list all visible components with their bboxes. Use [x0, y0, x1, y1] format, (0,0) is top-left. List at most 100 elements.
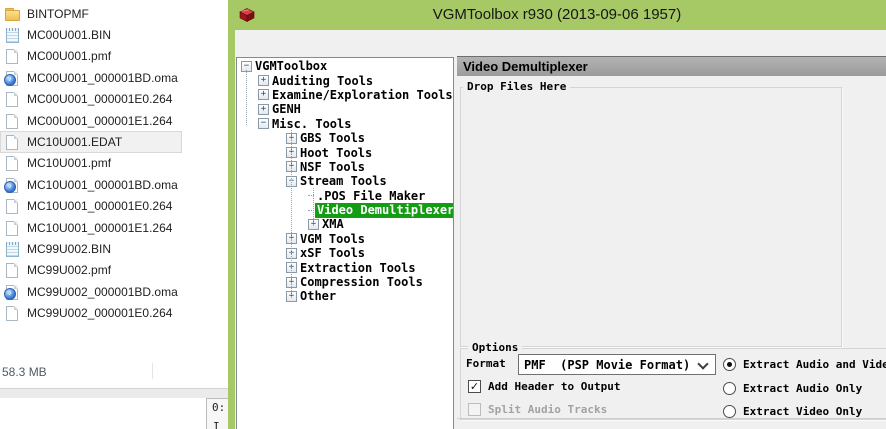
file-name: MC10U001_000001BD.oma	[27, 178, 178, 192]
radio-extract-audio-and-video[interactable]: Extract Audio and Video	[723, 357, 886, 372]
tree-item-label: VGMToolbox	[255, 59, 327, 73]
tree-item-video-demultiplexer[interactable]: Video Demultiplexer	[237, 203, 453, 217]
collapse-icon[interactable]: −	[258, 118, 269, 129]
options-group: Format PMF (PSP Movie Format) ✓Add Heade…	[460, 348, 886, 420]
file-icon	[4, 198, 20, 214]
file-row-mc00u001-000001e0-264[interactable]: MC00U001_000001E0.264	[0, 89, 182, 110]
radio-extract-video-only[interactable]: Extract Video Only	[723, 404, 862, 419]
radio-extract-audio-only[interactable]: Extract Audio Only	[723, 381, 862, 396]
tree-item-label: Examine/Exploration Tools	[272, 88, 453, 102]
tree-item-other[interactable]: +Other	[237, 289, 453, 303]
file-explorer-pane: BINTOPMF MC00U001.BIN MC00U001.pmf ♪ MC00U00…	[0, 0, 228, 429]
file-row-mc99u002-bin[interactable]: MC99U002.BIN	[0, 238, 182, 259]
tree-item-label: XMA	[322, 217, 344, 231]
tree-item-xma[interactable]: +XMA	[237, 217, 453, 231]
format-dropdown[interactable]: PMF (PSP Movie Format)	[518, 354, 716, 375]
file-row-mc00u001-000001e1-264[interactable]: MC00U001_000001E1.264	[0, 110, 182, 131]
tree-item-label: Video Demultiplexer	[315, 203, 454, 218]
radio-label: Extract Video Only	[743, 405, 862, 418]
drop-files-label: Drop Files Here	[463, 80, 570, 93]
section-divider	[457, 418, 886, 419]
titlebar[interactable]: VGMToolbox r930 (2013-09-06 1957)	[228, 0, 886, 30]
file-row-mc10u001-000001bd-oma[interactable]: ♪MC10U001_000001BD.oma	[0, 174, 182, 195]
tree-item-auditing-tools[interactable]: +Auditing Tools	[237, 73, 453, 87]
file-name: MC99U002_000001BD.oma	[27, 285, 178, 299]
file-row-mc99u002-pmf[interactable]: MC99U002.pmf	[0, 260, 182, 281]
file-name: MC10U001_000001E1.264	[27, 221, 172, 235]
tree-item-label: GBS Tools	[300, 131, 365, 145]
checkbox-icon[interactable]: ✓	[468, 380, 481, 393]
file-row-bintopmf[interactable]: BINTOPMF	[0, 3, 182, 24]
tree-item-label: GENH	[272, 102, 301, 116]
radio-icon[interactable]	[723, 382, 736, 395]
section-header-title: Video Demultiplexer	[463, 57, 588, 76]
file-row-mc00u001-000001bd-oma[interactable]: ♪ MC00U001_000001BD.oma	[0, 67, 182, 88]
file-row-mc00u001-pmf[interactable]: MC00U001.pmf	[0, 46, 182, 67]
tree-item-label: NSF Tools	[300, 160, 365, 174]
chevron-down-icon[interactable]	[697, 358, 708, 369]
tree-guide-line	[246, 70, 247, 125]
file-row-mc99u002-000001e0-264[interactable]: MC99U002_000001E0.264	[0, 302, 182, 323]
page-fold	[14, 285, 18, 289]
file-row-mc10u001-000001e0-264[interactable]: MC10U001_000001E0.264	[0, 196, 182, 217]
file-name: MC10U001_000001E0.264	[27, 199, 172, 213]
file-row-mc10u001-edat[interactable]: MC10U001.EDAT	[0, 131, 182, 152]
tree-item-label: Other	[300, 289, 336, 303]
checkbox-icon	[468, 403, 481, 416]
tree-item-examine-exploration-tools[interactable]: +Examine/Exploration Tools	[237, 88, 453, 102]
file-icon	[4, 262, 20, 278]
checkbox-label: Split Audio Tracks	[488, 403, 607, 416]
file-name: MC00U001.pmf	[27, 49, 111, 63]
file-name: MC99U002.BIN	[27, 242, 111, 256]
file-row-mc10u001-pmf[interactable]: MC10U001.pmf	[0, 153, 182, 174]
tree-item-vgmtoolbox[interactable]: −VGMToolbox	[237, 59, 453, 73]
file-row-mc10u001-000001e1-264[interactable]: MC10U001_000001E1.264	[0, 217, 182, 238]
file-name: BINTOPMF	[27, 7, 89, 21]
format-label: Format	[466, 357, 506, 370]
tree-item-genh[interactable]: +GENH	[237, 102, 453, 116]
tree-item-pos-file-maker[interactable]: .POS File Maker	[237, 189, 453, 203]
file-name: MC00U001_000001E0.264	[27, 92, 172, 106]
tree-guide-line	[313, 188, 314, 225]
tree-item-stream-tools[interactable]: −Stream Tools	[237, 174, 453, 188]
page-fold	[14, 71, 18, 75]
file-icon	[4, 134, 20, 150]
radio-icon[interactable]	[723, 405, 736, 418]
tree-item-label: VGM Tools	[300, 232, 365, 246]
tree-item-hoot-tools[interactable]: +Hoot Tools	[237, 145, 453, 159]
tree-item-label: xSF Tools	[300, 246, 365, 260]
tree-item-gbs-tools[interactable]: +GBS Tools	[237, 131, 453, 145]
tree-item-nsf-tools[interactable]: +NSF Tools	[237, 160, 453, 174]
tree-item-compression-tools[interactable]: +Compression Tools	[237, 275, 453, 289]
checkbox-add-header-to-output[interactable]: ✓Add Header to Output	[468, 379, 620, 394]
window-client-area: −VGMToolbox+Auditing Tools+Examine/Explo…	[235, 30, 886, 429]
file-icon	[4, 220, 20, 236]
expand-icon[interactable]: +	[258, 89, 269, 100]
file-row-mc00u001-bin[interactable]: MC00U001.BIN	[0, 24, 182, 45]
audio-ball-icon: ♪	[4, 74, 16, 86]
tree-item-vgm-tools[interactable]: +VGM Tools	[237, 232, 453, 246]
checkbox-split-audio-tracks: Split Audio Tracks	[468, 402, 607, 417]
file-name: MC99U002_000001E0.264	[27, 306, 172, 320]
file-icon	[4, 305, 20, 321]
tree-item-extraction-tools[interactable]: +Extraction Tools	[237, 260, 453, 274]
format-dropdown-value: PMF (PSP Movie Format)	[524, 358, 690, 372]
tree-item-label: Compression Tools	[300, 275, 423, 289]
file-row-mc99u002-000001bd-oma[interactable]: ♪ MC99U002_000001BD.oma	[0, 281, 182, 302]
tree-item-xsf-tools[interactable]: +xSF Tools	[237, 246, 453, 260]
folder-icon	[4, 6, 20, 22]
tree-view: −VGMToolbox+Auditing Tools+Examine/Explo…	[237, 59, 453, 304]
section-header-bar: Video Demultiplexer	[457, 56, 886, 76]
screen: BINTOPMF MC00U001.BIN MC00U001.pmf ♪ MC00U00…	[0, 0, 886, 429]
tree-item-misc-tools[interactable]: −Misc. Tools	[237, 117, 453, 131]
vgmtoolbox-window: VGMToolbox r930 (2013-09-06 1957) −VGMTo…	[228, 0, 886, 429]
audio-ball-icon: ♪	[4, 288, 16, 300]
expand-icon[interactable]: +	[258, 104, 269, 115]
file-name: MC99U002.pmf	[27, 263, 111, 277]
radio-icon[interactable]	[723, 358, 736, 371]
file-name: MC00U001_000001BD.oma	[27, 71, 178, 85]
drop-files-zone[interactable]	[460, 87, 842, 347]
expand-icon[interactable]: +	[258, 75, 269, 86]
oma-icon: ♪	[4, 284, 20, 300]
oma-icon: ♪	[4, 70, 20, 86]
